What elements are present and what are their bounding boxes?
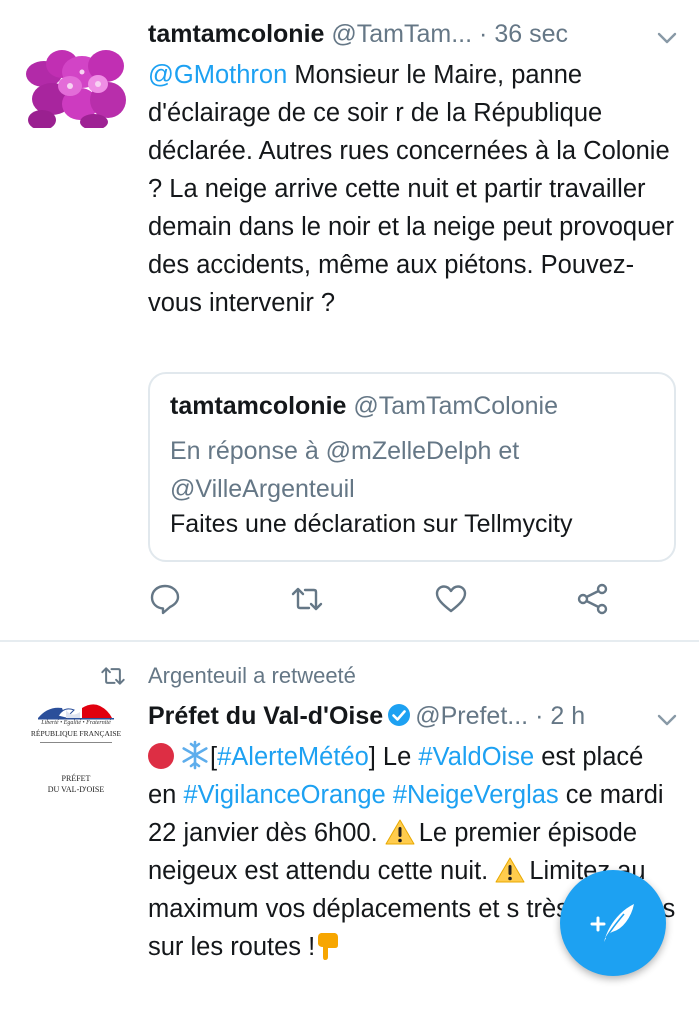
quoted-reply-context: En réponse à @mZelleDelph et @VilleArgen… bbox=[170, 432, 660, 508]
author-handle[interactable]: @TamTam... bbox=[331, 20, 472, 48]
hashtag-link[interactable]: #VigilanceOrange bbox=[183, 781, 385, 809]
tweet-text: @GMothron Monsieur le Maire, panne d'écl… bbox=[148, 56, 678, 322]
quoted-author-handle: @TamTamColonie bbox=[353, 392, 559, 420]
separator-dot: · bbox=[479, 20, 488, 48]
hashtag-link[interactable]: #NeigeVerglas bbox=[393, 781, 559, 809]
tweet-timestamp[interactable]: 36 sec bbox=[494, 20, 568, 48]
red-circle-emoji-icon bbox=[148, 743, 174, 769]
retweet-icon bbox=[100, 664, 126, 688]
avatar-line1: PRÉFET bbox=[61, 774, 91, 783]
mention-link[interactable]: @GMothron bbox=[148, 61, 287, 89]
avatar-line2: DU VAL-D'OISE bbox=[47, 785, 105, 794]
tweet-text-content: ] Le bbox=[368, 743, 419, 771]
author-name[interactable]: Préfet du Val-d'Oise bbox=[148, 702, 383, 730]
retweet-icon[interactable] bbox=[290, 582, 324, 616]
separator-dot: · bbox=[535, 702, 544, 730]
warning-emoji-icon bbox=[385, 818, 415, 845]
reply-context-line: @VilleArgenteuil bbox=[170, 475, 355, 503]
hashtag-link[interactable]: #AlerteMétéo bbox=[217, 743, 369, 771]
author-avatar[interactable] bbox=[22, 44, 128, 128]
quoted-tweet-text: Faites une déclaration sur Tellmycity bbox=[170, 510, 573, 538]
author-handle[interactable]: @Prefet... bbox=[415, 702, 528, 730]
avatar-rule bbox=[40, 742, 112, 743]
chevron-down-icon[interactable] bbox=[655, 26, 679, 50]
tweet-header: tamtamcolonie @TamTam... · 36 sec bbox=[148, 18, 568, 50]
chevron-down-icon[interactable] bbox=[655, 708, 679, 732]
reply-context-line: En réponse à @mZelleDelph et bbox=[170, 437, 520, 465]
tweet-actions bbox=[148, 582, 648, 622]
author-name[interactable]: tamtamcolonie bbox=[148, 20, 324, 48]
compose-tweet-icon bbox=[590, 904, 634, 942]
hashtag-link[interactable]: #ValdOise bbox=[418, 743, 534, 771]
avatar-motto: Liberté • Égalité • Fraternité bbox=[41, 720, 111, 726]
snowflake-emoji-icon bbox=[180, 740, 210, 770]
avatar-republic: RÉPUBLIQUE FRANÇAISE bbox=[30, 729, 122, 738]
tweet-header: Préfet du Val-d'Oise @Prefet... · 2 h bbox=[148, 700, 585, 732]
author-avatar[interactable]: Liberté • Égalité • Fraternité RÉPUBLIQU… bbox=[26, 698, 126, 798]
warning-emoji-icon bbox=[495, 856, 525, 883]
tweet[interactable]: tamtamcolonie @TamTam... · 36 sec @GMoth… bbox=[0, 0, 699, 642]
retweeted-by-label[interactable]: Argenteuil a retweeté bbox=[148, 660, 356, 692]
reply-icon[interactable] bbox=[148, 582, 182, 616]
quoted-tweet[interactable]: tamtamcolonie @TamTamColonie En réponse … bbox=[148, 372, 676, 562]
quoted-author-name: tamtamcolonie bbox=[170, 392, 347, 420]
pointing-down-emoji-icon bbox=[315, 931, 341, 961]
quoted-tweet-header: tamtamcolonie @TamTamColonie bbox=[170, 390, 558, 422]
tweet-timestamp[interactable]: 2 h bbox=[550, 702, 585, 730]
share-icon[interactable] bbox=[576, 582, 610, 616]
compose-tweet-button[interactable] bbox=[560, 870, 666, 976]
tweet-text-content: Monsieur le Maire, panne d'éclairage de … bbox=[148, 61, 674, 317]
like-icon[interactable] bbox=[434, 582, 468, 616]
verified-badge-icon bbox=[387, 703, 411, 727]
